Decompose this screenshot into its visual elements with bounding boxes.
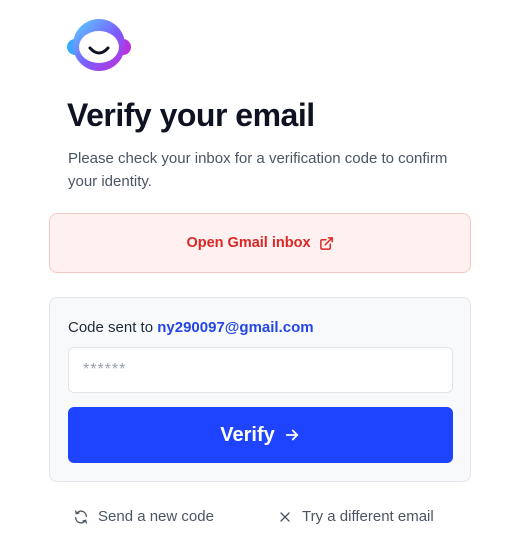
verification-card: Code sent to ny290097@gmail.com Verify <box>49 297 471 482</box>
page-title: Verify your email <box>67 97 315 133</box>
verify-button-label: Verify <box>220 423 275 446</box>
arrow-right-icon <box>283 426 301 444</box>
verification-code-input[interactable] <box>68 347 453 393</box>
close-icon <box>280 511 290 522</box>
verify-button[interactable]: Verify <box>68 407 453 463</box>
try-different-email-link[interactable]: Try a different email <box>277 508 434 525</box>
verify-email-page: Verify your email Please check your inbo… <box>0 0 523 550</box>
external-link-icon <box>319 236 334 251</box>
page-subtitle: Please check your inbox for a verificati… <box>68 150 448 190</box>
recipient-email: ny290097@gmail.com <box>157 319 314 336</box>
code-sent-text: Code sent to ny290097@gmail.com <box>68 319 314 336</box>
refresh-icon <box>75 509 87 524</box>
try-different-email-label: Try a different email <box>302 508 434 525</box>
open-gmail-label: Open Gmail inbox <box>186 235 311 251</box>
send-new-code-link[interactable]: Send a new code <box>73 508 214 525</box>
send-new-code-label: Send a new code <box>98 508 214 525</box>
code-sent-prefix: Code sent to <box>68 319 154 336</box>
app-logo <box>67 19 131 71</box>
open-gmail-button[interactable]: Open Gmail inbox <box>49 213 471 273</box>
